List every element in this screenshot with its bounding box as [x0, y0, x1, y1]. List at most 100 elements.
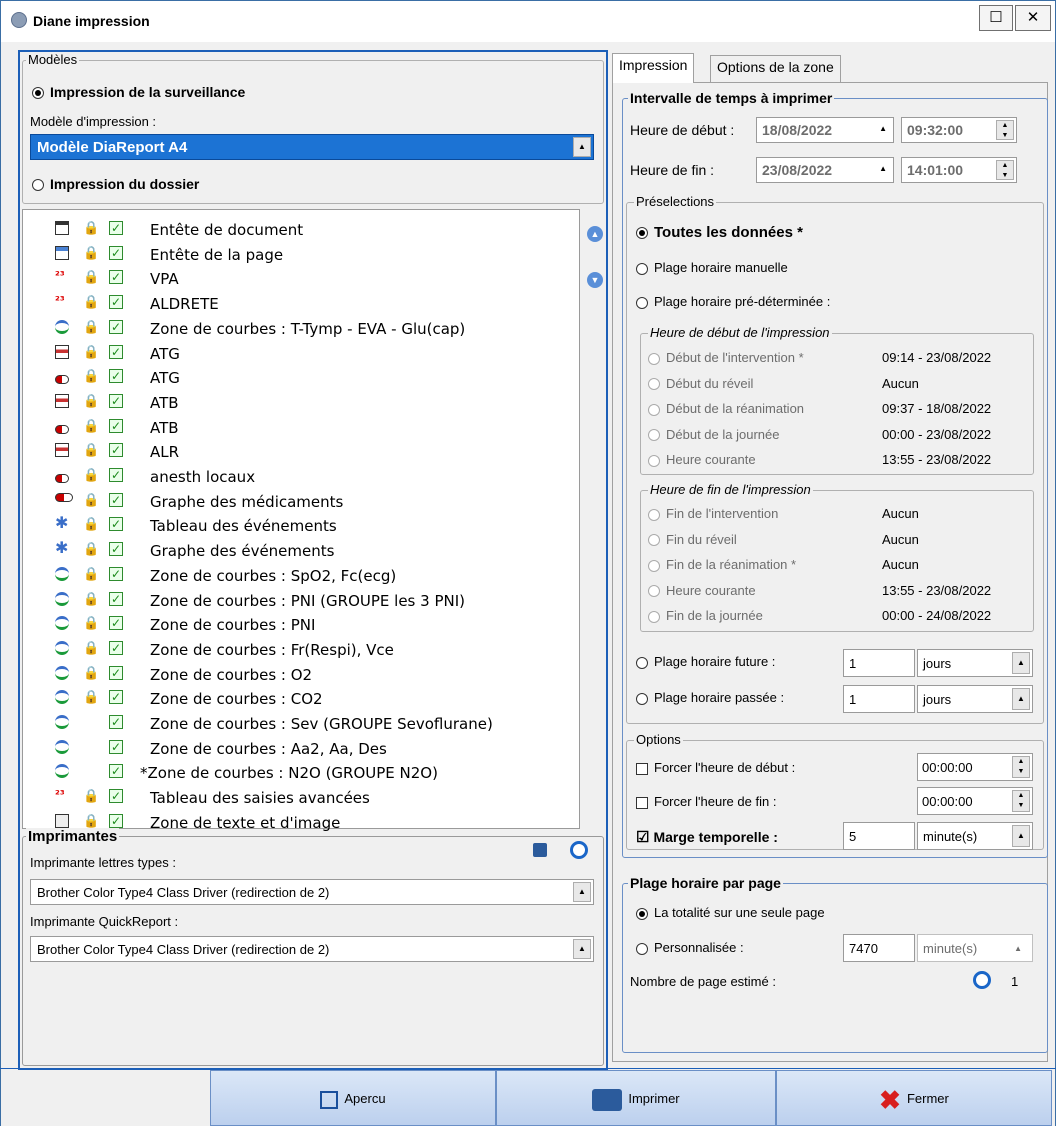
checkbox-checked-icon[interactable]: ✓: [109, 665, 123, 680]
dossier-radio[interactable]: Impression du dossier: [32, 176, 199, 192]
checkbox-checked-icon[interactable]: ✓: [109, 517, 123, 532]
lock-icon[interactable]: 🔒: [83, 246, 99, 261]
lock-icon[interactable]: 🔒: [83, 270, 99, 285]
dropdown-arrow-icon[interactable]: ▲: [573, 939, 591, 959]
dropdown-arrow-icon[interactable]: ▲: [1012, 688, 1030, 710]
past-range-radio[interactable]: Plage horaire passée :: [636, 690, 784, 705]
save-icon[interactable]: [533, 843, 547, 857]
lock-icon[interactable]: 🔒: [83, 814, 99, 829]
tree-item[interactable]: 🔒 ✓ Entête de document: [23, 218, 583, 242]
tab-options-zone[interactable]: Options de la zone: [710, 55, 841, 82]
tree-item[interactable]: 🔒 ✓ Zone de courbes : T-Tymp - EVA - Glu(c…: [23, 317, 583, 341]
spinner-icon[interactable]: ▲ ▼: [1012, 756, 1030, 778]
checkbox-checked-icon[interactable]: ✓: [109, 221, 123, 235]
checkbox-checked-icon[interactable]: ✓: [109, 443, 123, 458]
lock-icon[interactable]: 🔒: [83, 517, 99, 532]
force-end-time[interactable]: 00:00:00 ▲ ▼: [917, 787, 1033, 815]
dropdown-arrow-icon[interactable]: ▲: [1012, 652, 1030, 674]
letters-printer-select[interactable]: Brother Color Type4 Class Driver (redire…: [30, 879, 594, 905]
checkbox-checked-icon[interactable]: ✓: [109, 739, 123, 754]
dropdown-arrow-icon[interactable]: ▲: [573, 882, 591, 902]
tree-item[interactable]: ✓ Zone de courbes : Sev (GROUPE Sevoflura…: [23, 712, 583, 736]
dropdown-arrow-icon[interactable]: ▲: [1014, 944, 1022, 953]
move-down-icon[interactable]: ▼: [587, 272, 603, 288]
refresh-icon[interactable]: [570, 841, 588, 859]
qr-printer-select[interactable]: Brother Color Type4 Class Driver (redire…: [30, 936, 594, 962]
force-end-checkbox[interactable]: Forcer l'heure de fin :: [636, 794, 776, 809]
spinner-icon[interactable]: ▲ ▼: [996, 120, 1014, 140]
model-select[interactable]: Modèle DiaReport A4 ▲: [30, 134, 594, 160]
lock-icon[interactable]: 🔒: [83, 221, 99, 236]
future-value-field[interactable]: 1: [843, 649, 915, 677]
zone-tree-list[interactable]: 🔒 ✓ Entête de document 🔒 ✓ Entête de la page ²…: [22, 209, 583, 832]
lock-icon[interactable]: 🔒: [83, 295, 99, 310]
tree-item[interactable]: 🔒 ✓ Graphe des médicaments: [23, 490, 583, 514]
calendar-arrow-icon[interactable]: ▲: [879, 164, 887, 173]
tree-item[interactable]: 🔒 ✓ Zone de courbes : Fr(Respi), Vce: [23, 638, 583, 662]
time-option-radio[interactable]: Début de l'intervention *: [648, 350, 804, 365]
lock-icon[interactable]: 🔒: [83, 567, 99, 582]
time-option-radio[interactable]: Heure courante: [648, 452, 756, 467]
calendar-arrow-icon[interactable]: ▲: [879, 124, 887, 133]
dropdown-arrow-icon[interactable]: ▲: [1012, 825, 1030, 847]
checkbox-checked-icon[interactable]: ✓: [109, 715, 123, 729]
lock-icon[interactable]: 🔒: [83, 369, 99, 384]
time-option-radio[interactable]: Fin de la réanimation *: [648, 557, 796, 572]
lock-icon[interactable]: 🔒: [83, 666, 99, 681]
checkbox-checked-icon[interactable]: ✓: [109, 813, 123, 828]
force-start-time[interactable]: 00:00:00 ▲ ▼: [917, 753, 1033, 781]
dropdown-arrow-icon[interactable]: ▲: [573, 137, 591, 157]
time-option-radio[interactable]: Fin de la journée: [648, 608, 763, 623]
lock-icon[interactable]: 🔒: [83, 493, 99, 508]
checkbox-checked-icon[interactable]: ✓: [109, 690, 123, 705]
checkbox-checked-icon[interactable]: ✓: [109, 591, 123, 606]
end-date-field[interactable]: 23/08/2022 ▲: [756, 157, 894, 183]
checkbox-checked-icon[interactable]: ✓: [109, 640, 123, 655]
checkbox-checked-icon[interactable]: ✓: [109, 270, 123, 285]
spinner-icon[interactable]: ▲ ▼: [996, 160, 1014, 180]
time-margin-field[interactable]: 5: [843, 822, 915, 850]
time-option-radio[interactable]: Fin du réveil: [648, 532, 737, 547]
lock-icon[interactable]: 🔒: [83, 690, 99, 705]
tab-impression[interactable]: Impression: [612, 53, 695, 83]
time-margin-checkbox[interactable]: ☑ Marge temporelle :: [636, 828, 778, 846]
tree-item[interactable]: 🔒 ✓ Zone de courbes : O2: [23, 663, 583, 687]
preview-button[interactable]: Apercu: [210, 1070, 496, 1126]
time-option-radio[interactable]: Heure courante: [648, 583, 756, 598]
checkbox-checked-icon[interactable]: ✓: [109, 764, 123, 779]
tree-item[interactable]: 🔒 ✓ Zone de courbes : SpO2, Fc(ecg): [23, 564, 583, 588]
all-data-radio[interactable]: Toutes les données *: [636, 224, 803, 241]
tree-item[interactable]: 🔒 ✓ Entête de la page: [23, 243, 583, 267]
start-date-field[interactable]: 18/08/2022 ▲: [756, 117, 894, 143]
tree-item[interactable]: ²³ 🔒 ✓ ALDRETE: [23, 292, 583, 316]
end-time-field[interactable]: 14:01:00 ▲ ▼: [901, 157, 1017, 183]
past-value-field[interactable]: 1: [843, 685, 915, 713]
tree-item[interactable]: 🔒 ✓ ATB: [23, 391, 583, 415]
spinner-icon[interactable]: ▲ ▼: [1012, 790, 1030, 812]
checkbox-checked-icon[interactable]: ✓: [109, 468, 123, 482]
lock-icon[interactable]: 🔒: [83, 468, 99, 483]
single-page-radio[interactable]: La totalité sur une seule page: [636, 905, 825, 920]
checkbox-checked-icon[interactable]: ✓: [109, 492, 123, 507]
tree-item[interactable]: 🔒 ✓ Zone de courbes : PNI (GROUPE les 3 PN…: [23, 589, 583, 613]
tree-item[interactable]: ✓ Zone de courbes : Aa2, Aa, Des: [23, 737, 583, 761]
custom-value-field[interactable]: 7470: [843, 934, 915, 962]
checkbox-checked-icon[interactable]: ✓: [109, 393, 123, 408]
lock-icon[interactable]: 🔒: [83, 641, 99, 656]
tree-item[interactable]: 🔒 ✓ ATB: [23, 416, 583, 440]
lock-icon[interactable]: 🔒: [83, 616, 99, 631]
tree-item[interactable]: 🔒 ✓ ATG: [23, 342, 583, 366]
lock-icon[interactable]: 🔒: [83, 419, 99, 434]
tree-item[interactable]: ✱ 🔒 ✓ Graphe des événements: [23, 539, 583, 563]
tree-item[interactable]: 🔒 ✓ ATG: [23, 366, 583, 390]
checkbox-checked-icon[interactable]: ✓: [109, 418, 123, 433]
lock-icon[interactable]: 🔒: [83, 394, 99, 409]
tree-item[interactable]: 🔒 ✓ Zone de courbes : CO2: [23, 687, 583, 711]
print-button[interactable]: Imprimer: [496, 1070, 776, 1126]
tree-item[interactable]: ✱ 🔒 ✓ Tableau des événements: [23, 514, 583, 538]
maximize-button[interactable]: ☐: [979, 5, 1013, 31]
lock-icon[interactable]: 🔒: [83, 320, 99, 335]
future-range-radio[interactable]: Plage horaire future :: [636, 654, 775, 669]
surveillance-radio[interactable]: Impression de la surveillance: [32, 84, 245, 100]
tree-item[interactable]: ²³ 🔒 ✓ Tableau des saisies avancées: [23, 786, 583, 810]
